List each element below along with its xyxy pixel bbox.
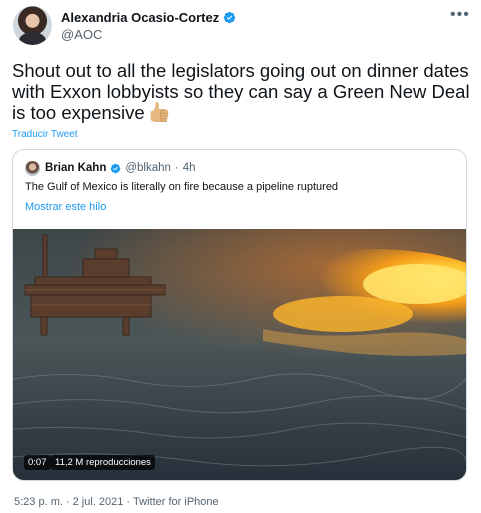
quoted-author-avatar[interactable]: [25, 161, 40, 176]
tweet-footer: 5:23 p. m. · 2 jul. 2021 · Twitter for i…: [14, 496, 219, 508]
author-handle[interactable]: @AOC: [61, 27, 102, 42]
author-name[interactable]: Alexandria Ocasio-Cortez: [61, 10, 219, 25]
tweet-card: Alexandria Ocasio-Cortez @AOC ••• Shout …: [0, 0, 481, 513]
show-thread-link[interactable]: Mostrar este hilo: [25, 201, 106, 213]
footer-separator: ·: [126, 496, 131, 508]
translate-tweet-link[interactable]: Traducir Tweet: [12, 129, 78, 140]
quoted-timestamp[interactable]: 4h: [183, 162, 196, 174]
author-name-row: Alexandria Ocasio-Cortez: [61, 10, 236, 25]
video-duration: 0:07: [24, 455, 51, 470]
footer-separator: ·: [65, 496, 70, 508]
verified-badge-icon: [224, 11, 236, 24]
tweet-time[interactable]: 5:23 p. m.: [14, 496, 63, 508]
tweet-date[interactable]: 2 jul. 2021: [73, 496, 124, 508]
author-avatar[interactable]: [13, 6, 52, 45]
quoted-tweet[interactable]: Brian Kahn @blkahn · 4h The Gulf of Mexi…: [12, 149, 467, 481]
tweet-body: Shout out to all the legislators going o…: [12, 60, 470, 123]
quoted-tweet-text: The Gulf of Mexico is literally on fire …: [25, 181, 339, 193]
tweet-text: Shout out to all the legislators going o…: [12, 60, 474, 123]
thumbs-up-icon: [150, 102, 169, 122]
quoted-separator: ·: [174, 162, 179, 174]
tweet-source[interactable]: Twitter for iPhone: [133, 496, 219, 508]
more-options-icon[interactable]: •••: [450, 6, 470, 24]
video-frame: [13, 229, 466, 480]
video-player[interactable]: 0:07 11,2 M reproducciones: [13, 229, 466, 480]
quoted-author-name[interactable]: Brian Kahn: [45, 162, 106, 174]
quoted-author-handle[interactable]: @blkahn: [125, 162, 171, 174]
quoted-tweet-header: Brian Kahn @blkahn · 4h: [45, 162, 196, 174]
video-view-count: 11,2 M reproducciones: [51, 455, 155, 470]
verified-badge-icon: [111, 163, 121, 173]
